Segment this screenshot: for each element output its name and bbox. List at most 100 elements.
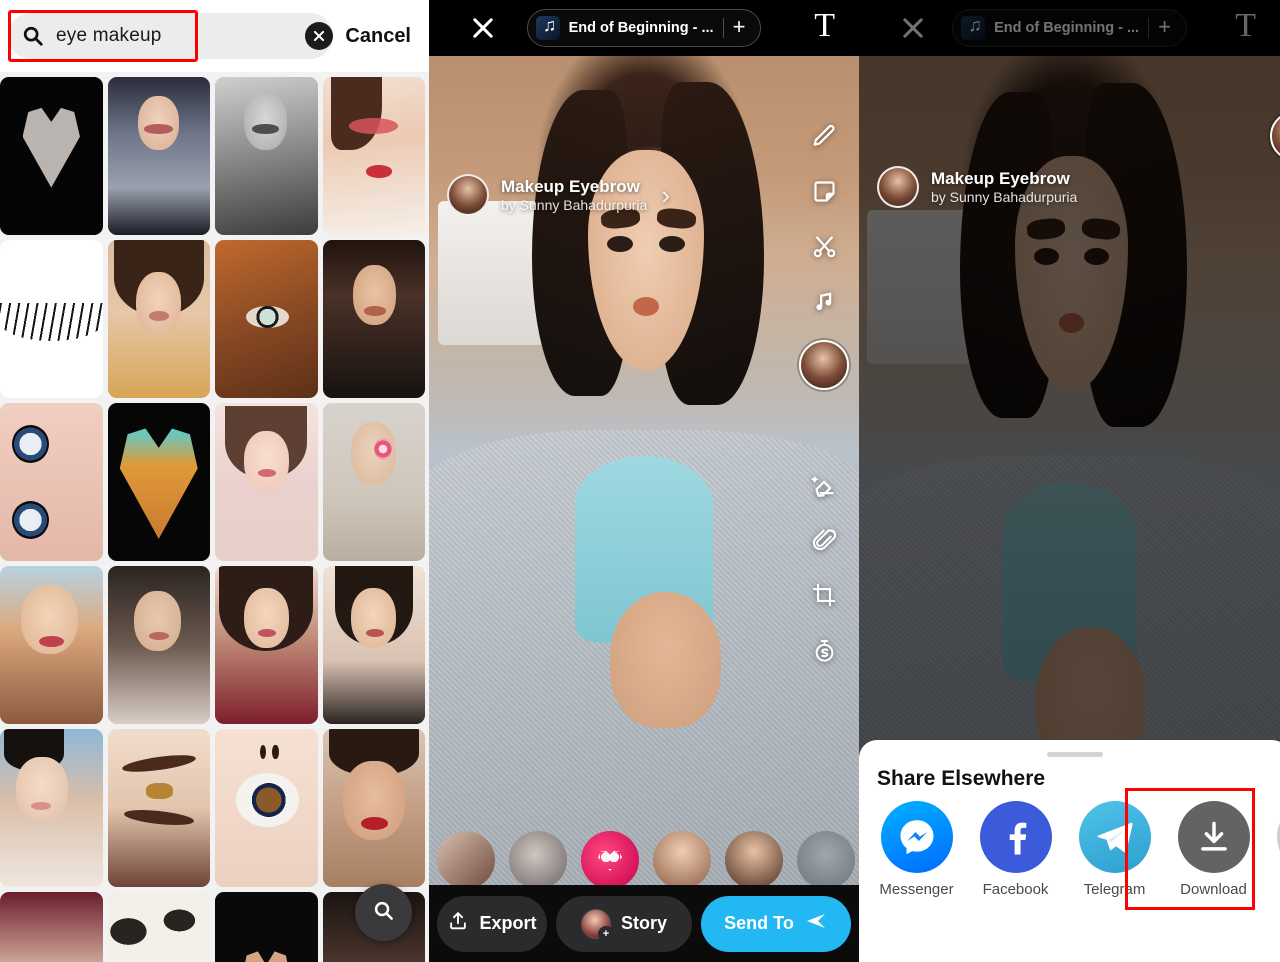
result-tile[interactable]: [107, 892, 210, 962]
result-tile[interactable]: [0, 566, 103, 724]
share-label: Telegram: [1083, 881, 1146, 898]
result-tile[interactable]: [0, 729, 103, 887]
result-tile[interactable]: [215, 77, 318, 235]
result-tile[interactable]: [107, 403, 210, 561]
drag-handle[interactable]: [1046, 752, 1103, 757]
result-tile[interactable]: [322, 729, 425, 887]
result-tile[interactable]: [215, 729, 318, 887]
editor-tool-rail: [795, 120, 853, 666]
result-tile[interactable]: [107, 566, 210, 724]
lens-thumb-heart[interactable]: [581, 831, 639, 889]
result-tile[interactable]: [0, 240, 103, 398]
paperclip-icon[interactable]: [808, 524, 840, 556]
export-label: Export: [479, 913, 537, 933]
pencil-icon[interactable]: [808, 120, 840, 152]
result-tile[interactable]: [0, 892, 103, 962]
result-tile[interactable]: [107, 77, 210, 235]
share-target-list: Messenger Facebook Telegram Download: [859, 801, 1280, 898]
share-sheet-title: Share Elsewhere: [877, 767, 1046, 790]
lens-thumb[interactable]: [653, 831, 711, 889]
add-music-icon[interactable]: +: [1149, 16, 1180, 40]
share-label: Messenger: [879, 881, 954, 898]
result-tile[interactable]: [215, 566, 318, 724]
more-icon: [1276, 801, 1280, 873]
search-icon: [22, 25, 44, 47]
results-grid: [0, 72, 429, 962]
search-icon: [372, 899, 395, 927]
photo-hands: [609, 591, 722, 728]
screenshot-stage: eye makeup Cancel ♫ End of Beginning - .…: [0, 0, 1280, 962]
avatar: [447, 174, 489, 216]
story-avatar-icon: [580, 908, 614, 942]
share-target-facebook[interactable]: Facebook: [966, 801, 1065, 898]
result-tile[interactable]: [322, 240, 425, 398]
close-icon[interactable]: [899, 14, 927, 42]
telegram-icon: [1078, 801, 1151, 873]
lens-avatar-icon: [1270, 111, 1280, 161]
messenger-icon: [880, 801, 953, 873]
share-target-more[interactable]: M: [1263, 801, 1280, 898]
effect-title: Makeup Eyebrow: [501, 176, 640, 196]
search-results-panel: eye makeup Cancel: [0, 0, 429, 962]
result-tile[interactable]: [322, 566, 425, 724]
close-icon[interactable]: [469, 14, 497, 42]
search-input-value: eye makeup: [56, 25, 162, 46]
send-label: Send To: [724, 913, 794, 933]
share-panel: ♫ End of Beginning - ... + T Makeup Eyeb…: [859, 0, 1280, 962]
avatar: [877, 166, 919, 208]
facebook-icon: [979, 801, 1052, 873]
floating-search-button[interactable]: [355, 884, 412, 941]
effect-title: Makeup Eyebrow: [931, 168, 1070, 188]
download-icon: [1177, 801, 1250, 873]
send-arrow-icon: [804, 909, 828, 938]
lens-thumb[interactable]: [797, 831, 855, 889]
cancel-button[interactable]: Cancel: [345, 25, 415, 48]
lens-thumb[interactable]: [509, 831, 567, 889]
result-tile[interactable]: [0, 403, 103, 561]
story-label: Story: [620, 913, 667, 933]
magic-eraser-icon[interactable]: [808, 469, 840, 501]
crop-icon[interactable]: [808, 579, 840, 611]
lens-avatar-icon[interactable]: [799, 340, 849, 390]
music-pill[interactable]: ♫ End of Beginning - ... +: [952, 9, 1187, 47]
music-note-icon: ♫: [535, 16, 560, 40]
result-tile[interactable]: [215, 892, 318, 962]
export-button[interactable]: Export: [437, 895, 547, 952]
share-topbar: ♫ End of Beginning - ... + T: [859, 0, 1280, 56]
result-tile[interactable]: [322, 77, 425, 235]
result-tile[interactable]: [322, 403, 425, 561]
share-target-download[interactable]: Download: [1164, 801, 1263, 898]
clear-search-icon[interactable]: [305, 22, 333, 50]
result-tile[interactable]: [107, 240, 210, 398]
share-target-telegram[interactable]: Telegram: [1065, 801, 1164, 898]
lens-thumb[interactable]: [437, 831, 495, 889]
text-tool-button[interactable]: T: [1235, 9, 1256, 43]
result-tile[interactable]: [215, 403, 318, 561]
send-to-button[interactable]: Send To: [701, 895, 851, 952]
lens-thumb[interactable]: [725, 831, 783, 889]
timer-icon[interactable]: [808, 634, 840, 666]
effect-attribution[interactable]: Makeup Eyebrow by Sunny Bahadurpuria ›: [447, 174, 670, 216]
music-title: End of Beginning - ...: [568, 20, 714, 36]
editor-topbar: ♫ End of Beginning - ... + T: [429, 0, 859, 56]
effect-meta: Makeup Eyebrow by Sunny Bahadurpuria: [931, 168, 1077, 207]
share-target-messenger[interactable]: Messenger: [867, 801, 966, 898]
upload-icon: [447, 910, 469, 937]
result-tile[interactable]: [215, 240, 318, 398]
chevron-right-icon[interactable]: ›: [661, 180, 670, 211]
music-note-icon: ♫: [961, 16, 986, 40]
text-tool-button[interactable]: T: [814, 9, 835, 43]
media-preview[interactable]: Makeup Eyebrow by Sunny Bahadurpuria ›: [429, 56, 859, 906]
music-note-icon[interactable]: [808, 285, 840, 317]
search-input[interactable]: eye makeup: [8, 13, 334, 59]
effect-meta: Makeup Eyebrow by Sunny Bahadurpuria: [501, 176, 647, 215]
story-button[interactable]: Story: [556, 895, 692, 952]
result-tile[interactable]: [107, 729, 210, 887]
sticker-icon[interactable]: [808, 175, 840, 207]
result-tile[interactable]: [0, 77, 103, 235]
search-bar: eye makeup Cancel: [0, 0, 429, 72]
scissors-icon[interactable]: [808, 230, 840, 262]
music-pill[interactable]: ♫ End of Beginning - ... +: [526, 9, 762, 47]
music-title: End of Beginning - ...: [994, 20, 1140, 36]
add-music-icon[interactable]: +: [724, 16, 755, 40]
